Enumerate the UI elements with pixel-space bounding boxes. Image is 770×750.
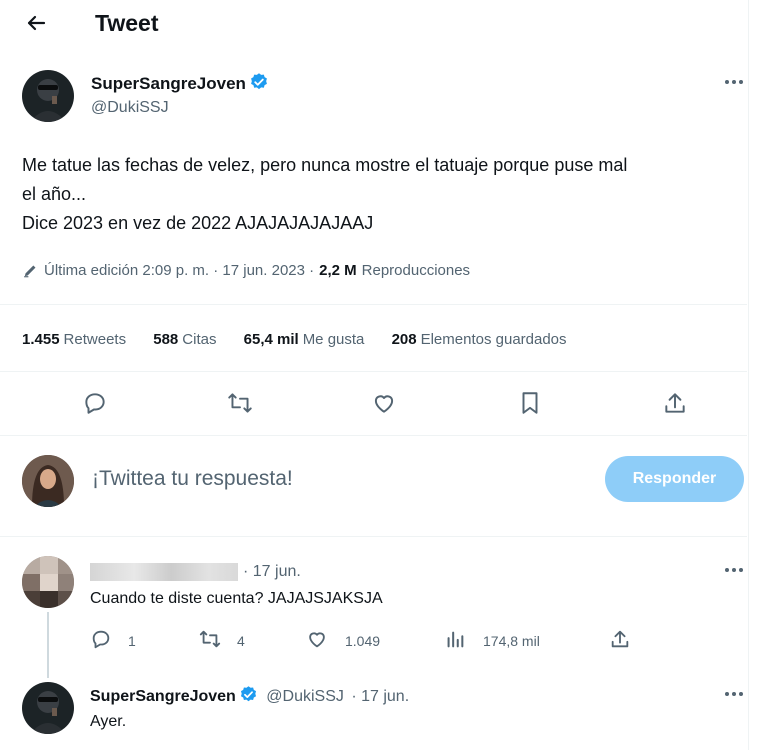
verified-badge-icon (239, 685, 258, 704)
tweet-text-line: Dice 2023 en vez de 2022 AJAJAJAJAJAAJ (22, 213, 374, 233)
divider (0, 435, 747, 436)
divider (0, 536, 747, 537)
author-avatar[interactable] (22, 682, 74, 734)
edit-pencil-icon (22, 262, 39, 279)
verified-badge-icon (249, 72, 269, 92)
stats-row: 1.455 Retweets 588 Citas 65,4 mil Me gusta … (22, 331, 567, 348)
reply-icon[interactable] (82, 390, 108, 416)
views-count: 174,8 mil (483, 633, 540, 649)
author-name[interactable]: SuperSangreJoven (90, 688, 236, 705)
retweet-icon[interactable] (198, 628, 222, 650)
reply-date[interactable]: · 17 jun. (351, 688, 409, 705)
author-name[interactable]: SuperSangreJoven (91, 74, 246, 93)
author-avatar[interactable] (22, 70, 74, 122)
more-options-icon[interactable] (723, 74, 745, 90)
more-options-icon[interactable] (723, 686, 745, 702)
stat-quotes[interactable]: 588 Citas (153, 331, 216, 348)
like-heart-icon[interactable] (306, 628, 328, 650)
share-icon[interactable] (662, 390, 688, 416)
author-handle[interactable]: @DukiSSJ (91, 99, 169, 117)
reply-text: Ayer. (90, 713, 127, 730)
compose-reply-input[interactable]: ¡Twittea tu respuesta! (92, 467, 293, 491)
reply-icon[interactable] (90, 628, 112, 650)
author-handle[interactable]: @DukiSSJ (266, 688, 344, 705)
stat-bookmarks[interactable]: 208 Elementos guardados (392, 331, 567, 348)
divider (0, 371, 747, 372)
divider (0, 304, 747, 305)
edit-info[interactable]: Última edición 2:09 p. m. · 17 jun. 2023… (44, 262, 314, 279)
like-heart-icon[interactable] (371, 390, 397, 416)
tweet-text-line: el año... (22, 184, 87, 204)
retweet-icon[interactable] (226, 390, 254, 416)
redacted-name (90, 563, 238, 581)
reply-text: Cuando te diste cuenta? JAJAJSJAKSJA (90, 590, 383, 607)
share-icon[interactable] (609, 628, 631, 650)
like-count: 1.049 (345, 633, 381, 649)
page-title: Tweet (95, 10, 159, 36)
reply-date[interactable]: · 17 jun. (243, 563, 301, 581)
tweet-text: Me tatue las fechas de velez, pero nunca… (22, 151, 627, 238)
stat-retweets[interactable]: 1.455 Retweets (22, 331, 126, 348)
reply-submit-button[interactable]: Responder (605, 456, 744, 502)
more-options-icon[interactable] (723, 562, 745, 578)
reply-thread-line (47, 612, 49, 678)
reply-author-avatar[interactable] (22, 556, 74, 608)
reply-count: 1 (128, 633, 136, 649)
column-border (748, 0, 749, 750)
bookmark-icon[interactable] (517, 390, 543, 416)
views-chart-icon[interactable] (444, 628, 466, 650)
tweet-text-line: Me tatue las fechas de velez, pero nunca… (22, 155, 628, 175)
user-avatar[interactable] (22, 455, 74, 507)
views-label: Reproducciones (361, 262, 471, 279)
views-count: 2,2 M (319, 262, 357, 279)
stat-likes[interactable]: 65,4 mil Me gusta (244, 331, 365, 348)
back-arrow-icon[interactable] (24, 11, 48, 35)
retweet-count: 4 (237, 633, 245, 649)
